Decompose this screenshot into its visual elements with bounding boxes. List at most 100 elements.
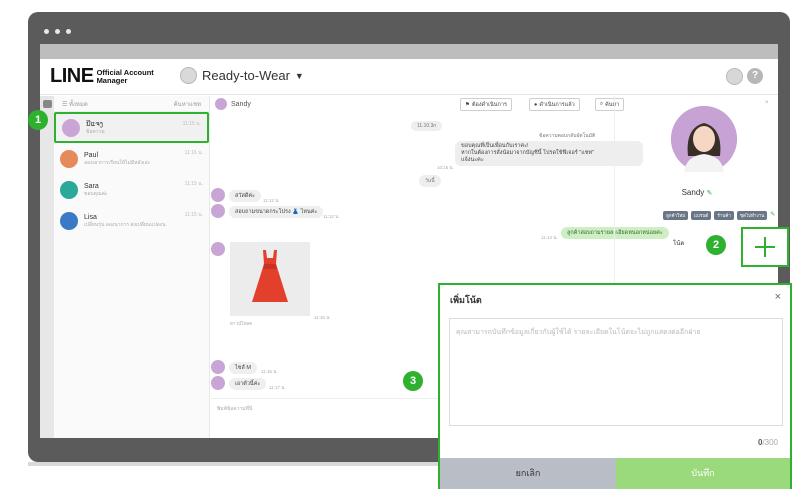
logo-sub-line2: Manager <box>96 75 128 85</box>
incoming-message: เอาตัวนี้ค่ะ <box>229 378 267 390</box>
auto-reply-line: ขอบคุณที่เป็นเพื่อนกับเราค่ะ! <box>461 143 529 149</box>
cancel-button[interactable]: ยกเลิก <box>440 458 616 489</box>
message-time: 11:17 น. <box>269 385 286 390</box>
todo-label: ต้องดำเนินการ <box>471 101 507 108</box>
date-divider: 11.10.3n <box>411 121 443 131</box>
note-textarea[interactable]: คุณสามารถบันทึกข้อมูลเกี่ยวกับผู้ใช้ได้ … <box>449 318 783 426</box>
today-divider: วันนี้ <box>419 175 441 187</box>
tag[interactable]: ลูกค้าใหม่ <box>663 211 689 220</box>
save-button[interactable]: บันทึก <box>616 458 790 489</box>
note-placeholder: คุณสามารถบันทึกข้อมูลเกี่ยวกับผู้ใช้ได้ … <box>456 329 701 336</box>
caret-down-icon: ▼ <box>294 70 304 81</box>
chat-list-item[interactable]: Lisa เปลี่ยนรุ่น ลองนาการ ส่งเปลี่ยนแปลงน… <box>54 205 209 236</box>
contact-avatar <box>211 188 225 202</box>
contact-name: Sandy <box>231 100 251 108</box>
check-icon: ● <box>534 101 538 108</box>
chat-rail-icon[interactable] <box>43 100 52 108</box>
tag[interactable]: แบรนด์ <box>691 211 712 220</box>
line-logo[interactable]: LINE Official Account Manager <box>50 65 154 88</box>
dialog-title: เพิ่มโน้ต <box>450 295 482 305</box>
step-badge-1: 1 <box>28 110 48 130</box>
done-button[interactable]: ● ดำเนินการแล้ว <box>529 98 580 111</box>
contact-avatar <box>211 360 225 374</box>
auto-reply-line: แจ้งนะคะ <box>461 157 484 163</box>
chat-list-item[interactable]: Paul ลองเอาการเรียนให้ไม่มีหลังเอ่ะ 11:16… <box>54 143 209 174</box>
note-label: โน้ต <box>673 241 685 247</box>
incoming-message: ไซส์ M <box>229 362 257 374</box>
window-dot-icon <box>66 29 71 34</box>
add-note-button[interactable] <box>741 227 789 267</box>
chat-search[interactable]: ค้นหาแชท <box>174 99 201 109</box>
contact-avatar <box>215 98 227 110</box>
chat-filter: ☰ ทั้งหมด ค้นหาแชท <box>54 96 209 112</box>
profile-avatar <box>671 106 737 172</box>
chat-list-item-selected[interactable]: ນີ່ແຈງ ข้อความ 11:15 น. <box>54 112 209 143</box>
close-icon[interactable]: × <box>775 291 781 303</box>
profile-name: Sandy ✎ <box>615 188 779 197</box>
message-time: 11:16 น. <box>261 369 278 374</box>
chat-preview: ข้อความ <box>86 128 105 135</box>
message-time: 11:15 น. <box>314 315 331 320</box>
chat-list: ☰ ทั้งหมด ค้นหาแชท ນີ່ແຈງ ข้อความ 11:15 น… <box>54 96 210 438</box>
done-label: ดำเนินการแล้ว <box>539 101 575 108</box>
char-counter: 0/300 <box>758 438 778 447</box>
dress-icon <box>230 242 310 316</box>
chat-time: 11:16 น. <box>184 150 203 156</box>
app-header: LINE Official Account Manager Ready-to-We… <box>40 59 778 95</box>
chat-time: 11:15 น. <box>184 212 203 218</box>
incoming-message: สวัสดีค่ะ <box>229 190 262 202</box>
profile-name-text: Sandy <box>681 188 705 197</box>
chat-preview: เปลี่ยนรุ่น ลองนาการ ส่งเปลี่ยนแปลงน <box>84 221 166 228</box>
profile-tags: ลูกค้าใหม่ แบรนด์ ร้านค้า ชุดไปทำงาน ✎ <box>663 211 775 220</box>
todo-button[interactable]: ⚑ ต้องดำเนินการ <box>460 98 512 111</box>
auto-reply-line: หากในต้องการสั่งน้อมาจากบัญชีนี้ โปรดใช้… <box>461 150 595 156</box>
contact-avatar <box>211 242 225 256</box>
account-switcher[interactable]: Ready-to-Wear ▼ <box>180 67 304 84</box>
user-avatar[interactable] <box>726 68 743 85</box>
image-caption: ดาวน์โหลด <box>230 321 253 326</box>
window-dot-icon <box>55 29 60 34</box>
browser-toolbar <box>40 44 778 59</box>
window-controls <box>44 29 71 34</box>
chat-time: 11:15 น. <box>184 181 203 187</box>
contact-avatar <box>211 204 225 218</box>
avatar <box>60 211 78 230</box>
left-rail <box>40 96 54 438</box>
logo-main: LINE <box>50 65 94 87</box>
add-note-dialog: เพิ่มโน้ต × คุณสามารถบันทึกข้อมูลเกี่ยวก… <box>438 283 792 489</box>
chat-time: 11:15 น. <box>182 121 201 127</box>
logo-sub: Official Account Manager <box>96 68 154 85</box>
incoming-message: สอบถามขนาดกระโปรง 👗 ไหนค่ะ <box>229 206 324 218</box>
tag[interactable]: ชุดไปทำงาน <box>736 211 768 220</box>
step-badge-2: 2 <box>706 235 726 255</box>
contact-avatar <box>211 376 225 390</box>
dress-image[interactable] <box>230 242 310 316</box>
woman-avatar-icon <box>671 106 737 172</box>
message-time: 11:12 น. <box>323 214 340 219</box>
avatar <box>60 149 78 168</box>
filter-dropdown[interactable]: ☰ ทั้งหมด <box>62 99 88 109</box>
panel-close-icon[interactable]: × <box>765 100 769 106</box>
chat-preview: ขอบคุณค่ะ <box>84 190 108 197</box>
tag[interactable]: ร้านค้า <box>714 211 734 220</box>
auto-reply-title: ข้อความตอบกลับอัตโนมัติ <box>539 133 596 139</box>
avatar <box>62 118 80 137</box>
message-time: 11:12 น. <box>263 198 280 203</box>
chat-list-item[interactable]: Sara ขอบคุณค่ะ 11:15 น. <box>54 174 209 205</box>
account-name: Ready-to-Wear <box>202 68 290 83</box>
message-time: 11:13 น. <box>541 235 558 240</box>
flag-icon: ⚑ <box>465 101 470 108</box>
message-time: 10:15 น. <box>437 165 454 170</box>
edit-tag-icon[interactable]: ✎ <box>770 211 775 220</box>
window-dot-icon <box>44 29 49 34</box>
search-icon: ⌕ <box>600 101 604 107</box>
step-badge-3: 3 <box>403 371 423 391</box>
message-input-placeholder: พิมพ์ข้อความที่นี่ <box>217 406 253 412</box>
plus-icon <box>755 237 775 257</box>
account-avatar <box>180 67 197 84</box>
avatar <box>60 180 78 199</box>
chat-preview: ลองเอาการเรียนให้ไม่มีหลังเอ่ะ <box>84 159 151 166</box>
edit-name-icon[interactable]: ✎ <box>707 190 713 197</box>
help-icon[interactable]: ? <box>747 68 763 84</box>
char-count-max: /300 <box>762 438 778 447</box>
